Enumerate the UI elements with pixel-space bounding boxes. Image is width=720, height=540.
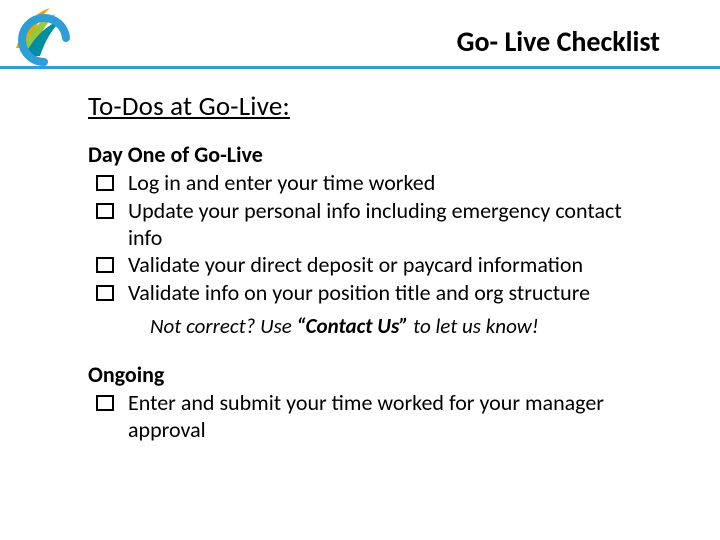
list-item: Validate info on your position title and… [88, 280, 656, 307]
list-item-text: Validate info on your position title and… [128, 280, 656, 307]
main-content: To-Dos at Go-Live: Day One of Go-Live Lo… [0, 70, 720, 444]
note-prefix: Not correct? Use [150, 313, 297, 339]
list-item-text: Validate your direct deposit or paycard … [128, 252, 656, 279]
ongoing-heading: Ongoing [88, 361, 656, 388]
checkbox-icon [96, 285, 114, 301]
ongoing-checklist: Enter and submit your time worked for yo… [88, 390, 656, 444]
list-item: Update your personal info including emer… [88, 198, 656, 252]
list-item-text: Log in and enter your time worked [128, 170, 656, 197]
slide-header: Go- Live Checklist [0, 0, 720, 70]
list-item: Validate your direct deposit or paycard … [88, 252, 656, 279]
day-one-note: Not correct? Use “Contact Us” to let us … [150, 313, 656, 339]
list-item: Enter and submit your time worked for yo… [88, 390, 656, 444]
checkbox-icon [96, 395, 114, 411]
header-divider [0, 66, 720, 69]
page-title: Go- Live Checklist [457, 24, 660, 59]
note-emph: Contact Us [306, 313, 400, 339]
day-one-heading: Day One of Go-Live [88, 141, 656, 168]
list-item: Log in and enter your time worked [88, 170, 656, 197]
day-one-checklist: Log in and enter your time worked Update… [88, 170, 656, 307]
checkbox-icon [96, 257, 114, 273]
checkbox-icon [96, 203, 114, 219]
list-item-text: Update your personal info including emer… [128, 198, 656, 252]
list-item-text: Enter and submit your time worked for yo… [128, 390, 656, 444]
logo-icon [10, 4, 72, 66]
section-title: To-Dos at Go-Live: [88, 90, 656, 123]
quote-open: “ [297, 313, 306, 339]
checkbox-icon [96, 175, 114, 191]
note-suffix: to let us know! [408, 313, 538, 339]
